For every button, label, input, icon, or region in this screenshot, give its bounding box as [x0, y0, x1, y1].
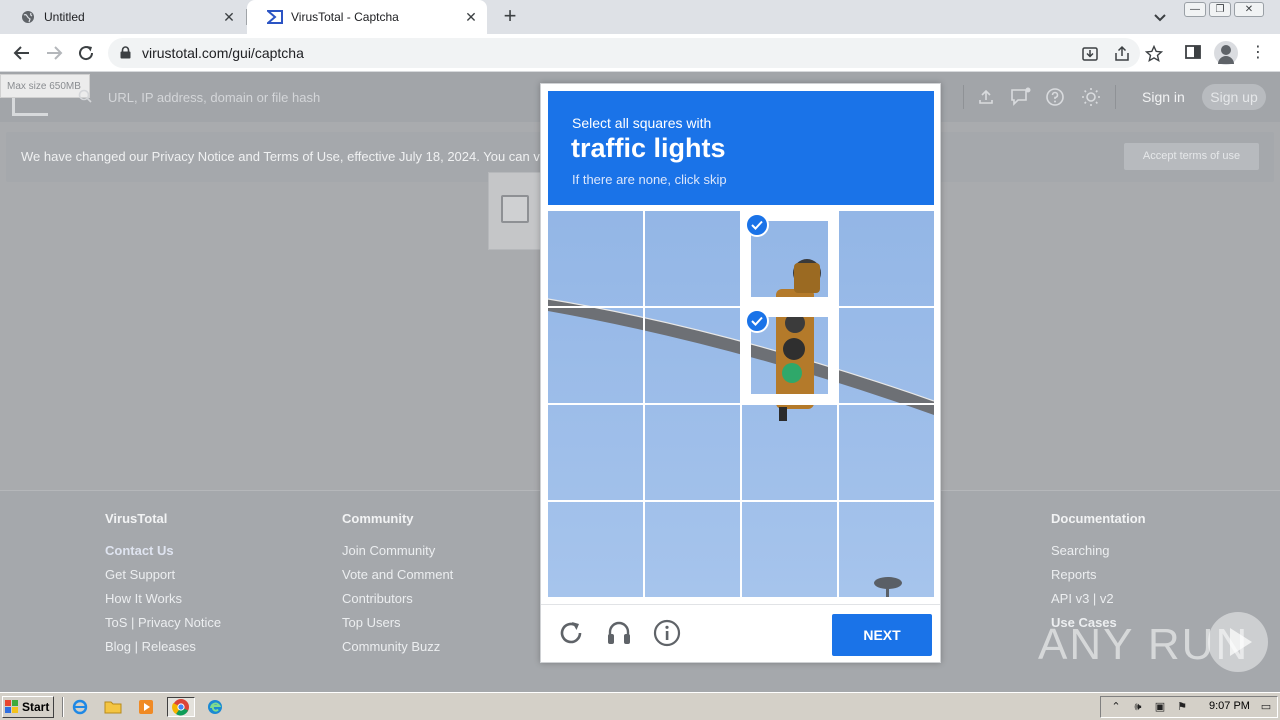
- virustotal-icon: [267, 9, 283, 25]
- media-player-icon[interactable]: [135, 697, 157, 717]
- minimize-window-button[interactable]: —: [1184, 2, 1206, 17]
- captcha-challenge-dialog: Select all squares with traffic lights I…: [540, 83, 941, 663]
- captcha-hint: If there are none, click skip: [572, 172, 727, 187]
- search-input[interactable]: URL, IP address, domain or file hash: [108, 90, 320, 105]
- footer-link-contact-us[interactable]: Contact Us: [105, 543, 221, 567]
- notifications-icon[interactable]: [1010, 87, 1031, 107]
- captcha-image-grid[interactable]: [548, 211, 934, 597]
- recaptcha-checkbox[interactable]: [501, 195, 529, 223]
- bookmark-star-icon[interactable]: [1144, 44, 1164, 63]
- taskbar-separator: [62, 697, 64, 717]
- action-center-flag-icon[interactable]: ⚑: [1175, 700, 1189, 714]
- tab-title: VirusTotal - Captcha: [291, 10, 399, 24]
- file-explorer-icon[interactable]: [102, 697, 124, 717]
- info-icon[interactable]: [653, 619, 681, 647]
- footer-link-get-support[interactable]: Get Support: [105, 567, 221, 591]
- tab-untitled[interactable]: Untitled ✕: [0, 0, 245, 34]
- accept-terms-button[interactable]: Accept terms of use: [1124, 143, 1259, 170]
- footer-link-community-buzz[interactable]: Community Buzz: [342, 639, 453, 663]
- windows-logo-icon: [5, 700, 19, 714]
- footer-link-top-users[interactable]: Top Users: [342, 615, 453, 639]
- chrome-taskbar-icon[interactable]: [167, 697, 195, 717]
- windows-taskbar: Start ⌃ 🕪 ▣ ⚑ 9:07 PM ▭: [0, 692, 1280, 720]
- help-icon[interactable]: [1045, 87, 1065, 107]
- share-icon[interactable]: [1113, 45, 1131, 63]
- footer-link-reports[interactable]: Reports: [1051, 567, 1146, 591]
- footer-column-community: Community Join Community Vote and Commen…: [342, 511, 453, 663]
- grid-line: [548, 500, 934, 502]
- profile-avatar-icon[interactable]: [1214, 41, 1238, 65]
- tab-title: Untitled: [44, 10, 85, 24]
- start-button[interactable]: Start: [2, 696, 54, 718]
- footer-link-searching[interactable]: Searching: [1051, 543, 1146, 567]
- show-desktop-icon[interactable]: ▭: [1259, 700, 1273, 714]
- footer-column-virustotal: VirusTotal Contact Us Get Support How It…: [105, 511, 221, 663]
- restore-window-button[interactable]: ❐: [1209, 2, 1231, 17]
- footer-link-vote-comment[interactable]: Vote and Comment: [342, 567, 453, 591]
- footer-heading: Documentation: [1051, 511, 1146, 526]
- browser-toolbar: virustotal.com/gui/captcha ⋮: [0, 34, 1280, 72]
- close-window-button[interactable]: ✕: [1234, 2, 1264, 17]
- tab-search-chevron-icon[interactable]: [1151, 8, 1169, 26]
- recaptcha-widget: [488, 172, 548, 250]
- show-hidden-icons-icon[interactable]: ⌃: [1109, 700, 1123, 714]
- anyrun-play-icon: [1208, 612, 1268, 672]
- sign-up-button[interactable]: Sign up: [1202, 84, 1266, 110]
- next-button[interactable]: NEXT: [832, 614, 932, 656]
- close-tab-icon[interactable]: ✕: [463, 9, 479, 25]
- more-menu-icon[interactable]: ⋮: [1250, 43, 1266, 63]
- footer-link-tos-privacy[interactable]: ToS | Privacy Notice: [105, 615, 221, 639]
- network-icon[interactable]: ▣: [1153, 700, 1167, 714]
- close-tab-icon[interactable]: ✕: [221, 9, 237, 25]
- edge-icon[interactable]: [204, 697, 226, 717]
- reload-icon[interactable]: [74, 41, 98, 65]
- footer-heading: Community: [342, 511, 414, 526]
- tile-checkmark-icon: [745, 309, 769, 333]
- upload-icon[interactable]: [976, 87, 996, 107]
- browser-tab-strip: Untitled ✕ VirusTotal - Captcha ✕ + — ❐ …: [0, 0, 1280, 34]
- side-panel-icon[interactable]: [1184, 43, 1204, 63]
- header-divider: [1115, 85, 1116, 109]
- footer-link-contributors[interactable]: Contributors: [342, 591, 453, 615]
- url-text: virustotal.com/gui/captcha: [142, 45, 304, 61]
- privacy-notice-text: We have changed our Privacy Notice and T…: [21, 149, 540, 164]
- install-app-icon[interactable]: [1081, 45, 1099, 63]
- new-tab-button[interactable]: +: [498, 5, 522, 29]
- volume-icon[interactable]: 🕪: [1131, 700, 1145, 714]
- captcha-target: traffic lights: [571, 133, 726, 163]
- footer-link-how-it-works[interactable]: How It Works: [105, 591, 221, 615]
- anyrun-watermark: ANY RUN: [1038, 608, 1270, 678]
- audio-challenge-headphones-icon[interactable]: [605, 619, 633, 647]
- theme-toggle-sun-icon[interactable]: [1081, 87, 1101, 107]
- tab-virustotal-captcha[interactable]: VirusTotal - Captcha ✕: [247, 0, 487, 34]
- captcha-footer: NEXT: [541, 604, 940, 662]
- footer-heading: VirusTotal: [105, 511, 168, 526]
- back-arrow-icon[interactable]: [10, 41, 34, 65]
- header-divider: [963, 85, 964, 109]
- forward-arrow-icon[interactable]: [42, 41, 66, 65]
- internet-explorer-icon[interactable]: [69, 697, 91, 717]
- globe-icon: [20, 9, 36, 25]
- footer-link-blog-releases[interactable]: Blog | Releases: [105, 639, 221, 663]
- reload-challenge-icon[interactable]: [557, 619, 585, 647]
- max-size-tooltip: Max size 650MB: [0, 74, 90, 98]
- sign-in-link[interactable]: Sign in: [1142, 89, 1185, 105]
- footer-link-join-community[interactable]: Join Community: [342, 543, 453, 567]
- captcha-instruction: Select all squares with: [572, 115, 712, 131]
- start-label: Start: [22, 700, 50, 714]
- captcha-header: Select all squares with traffic lights I…: [548, 91, 934, 205]
- lock-icon: [120, 46, 131, 64]
- taskbar-clock: 9:07 PM: [1209, 700, 1250, 712]
- search-icon: [78, 89, 92, 108]
- system-tray: ⌃ 🕪 ▣ ⚑ 9:07 PM ▭: [1100, 696, 1278, 718]
- address-bar[interactable]: virustotal.com/gui/captcha: [108, 38, 1164, 68]
- tile-checkmark-icon: [745, 213, 769, 237]
